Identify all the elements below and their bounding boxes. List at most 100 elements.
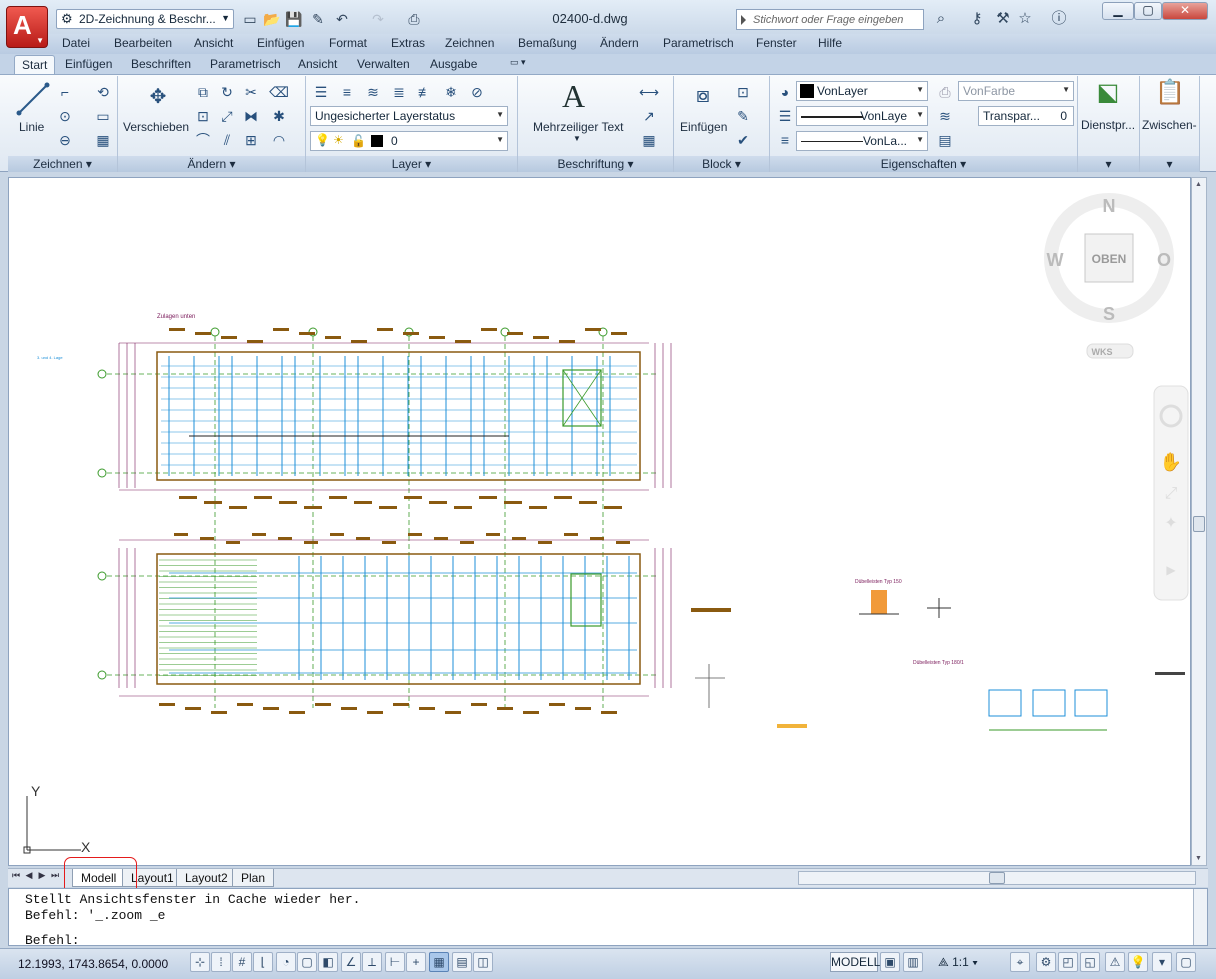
binoculars-icon[interactable]: ⌕ [930,9,952,29]
menu-ansicht[interactable]: Ansicht [194,36,233,50]
help-search-input[interactable]: Stichwort oder Frage eingeben [736,9,924,30]
einfuegen-label[interactable]: Einfügen [680,120,727,134]
coordinate-readout[interactable]: 12.1993, 1743.8654, 0.0000 [18,957,168,971]
ribbon-minimize-toggle-icon[interactable]: ▭ ▾ [503,55,533,74]
horizontal-scrollbar[interactable] [798,871,1196,885]
quick-properties-icon[interactable]: ▤ [452,952,472,972]
menu-parametrisch[interactable]: Parametrisch [663,36,734,50]
trim-icon[interactable]: ✂ [240,81,262,103]
menu-datei[interactable]: Datei [62,36,90,50]
hardware-acceleration-icon[interactable]: ◱ [1080,952,1100,972]
lock-ui-icon[interactable]: ◰ [1058,952,1078,972]
prev-tab-icon[interactable]: ◀ [23,870,35,881]
circle-icon[interactable]: ⊙ [54,105,76,127]
dimension-icon[interactable]: ⟷ [638,81,660,103]
plotstyle-select[interactable]: VonFarbe ▼ [958,81,1074,101]
viewcube[interactable]: OBEN N S W O WKS [1044,193,1174,359]
undo-icon[interactable]: ↶ [332,10,352,28]
linie-label[interactable]: Linie [19,120,44,134]
rotate-icon[interactable]: ↻ [216,81,238,103]
performance-warning-icon[interactable]: ⚠ [1105,952,1125,972]
maximize-window-button[interactable]: ▢ [1134,2,1162,20]
insert-block-icon[interactable]: ⧇ [688,84,718,114]
layout-tab-modell[interactable]: Modell [72,869,126,887]
layout-tab-layout2[interactable]: Layout2 [176,869,237,887]
dyn-input-icon[interactable]: ⊢ [385,952,405,972]
menu-fenster[interactable]: Fenster [756,36,797,50]
plotstyle-icon[interactable]: ⎙ [934,81,956,103]
horizontal-scroll-thumb[interactable] [989,872,1005,884]
fillet-icon[interactable]: ⌒ [192,129,214,151]
rectangle-icon[interactable]: ▭ [92,105,114,127]
menu-hilfe[interactable]: Hilfe [818,36,842,50]
drawing-canvas[interactable]: OBEN N S W O WKS ✋ ⤢ ✦ ▶ Zulagen unten 3… [8,177,1191,866]
measure-tool-icon[interactable]: ⬕ [1092,81,1124,114]
line-tool-icon[interactable] [16,82,50,116]
3d-osnap-icon[interactable]: ◧ [318,952,338,972]
color-select[interactable]: VonLayer ▼ [796,81,928,101]
polar-icon[interactable]: ◔ [276,952,296,972]
vertical-scroll-thumb[interactable] [1193,516,1205,532]
lineweight-toggle-icon[interactable]: + [406,952,426,972]
panel-title-layer[interactable]: Layer ▾ [306,156,517,172]
layer-properties-icon[interactable]: ☰ [310,81,332,103]
save-icon[interactable]: 💾 [284,10,304,28]
command-input[interactable] [87,933,1087,947]
status-menu-icon[interactable]: ▾ [1152,952,1172,972]
menu-extras[interactable]: Extras [391,36,425,50]
workspace-switching-icon[interactable]: ⚙ [1036,952,1056,972]
print-icon[interactable]: ⎙ [404,10,424,28]
tab-start[interactable]: Start [14,55,56,74]
otrack-icon[interactable]: ∠ [341,952,361,972]
next-tab-icon[interactable]: ▶ [36,870,48,881]
menu-einfuegen[interactable]: Einfügen [257,36,304,50]
table-icon[interactable]: ▦ [638,129,660,151]
erase-icon[interactable]: ⌫ [268,81,290,103]
layer-lock-icon[interactable]: ⊘ [466,81,488,103]
edit-block-icon[interactable]: ✎ [732,105,754,127]
transparency-value[interactable]: 0 [1060,109,1067,123]
curve-icon[interactable]: ⟲ [92,81,114,103]
tab-einfuegen[interactable]: Einfügen [58,55,119,74]
tab-verwalten[interactable]: Verwalten [350,55,417,74]
help-icon[interactable]: ⓘ [1048,9,1070,29]
move-icon[interactable]: ✥ [144,86,172,114]
layers-stack-icon[interactable]: ≋ [934,105,956,127]
explode-icon[interactable]: ✱ [268,105,290,127]
layer-state-select[interactable]: Ungesicherter Layerstatus ▼ [310,106,508,126]
menu-bemassung[interactable]: Bemaßung [518,36,577,50]
layer-state-icon[interactable]: ≡ [336,81,358,103]
dienstprogramme-label[interactable]: Dienstpr... [1081,118,1135,132]
annotation-visibility-icon[interactable]: ⌖ [1010,952,1030,972]
transparency-select[interactable]: Transpar... 0 [978,106,1074,126]
vertical-scrollbar[interactable]: ▲ ▼ [1191,177,1207,866]
panel-title-zwischenablage[interactable]: ▾ [1140,156,1199,172]
new-file-icon[interactable]: ▭ [240,10,260,28]
application-menu-button[interactable]: A ▼ [6,6,48,48]
quick-view-drawings-icon[interactable]: ▥ [903,952,923,972]
isolate-objects-icon[interactable]: 💡 [1128,952,1148,972]
layer-select[interactable]: 💡 ☀ 🔓 0 ▼ [310,131,508,151]
open-folder-icon[interactable]: 📂 [262,10,282,28]
tab-parametrisch[interactable]: Parametrisch [203,55,288,74]
tab-beschriften[interactable]: Beschriften [124,55,198,74]
color-wheel-icon[interactable]: ◕ [774,81,796,103]
chevron-down-icon[interactable]: ▼ [573,134,581,143]
last-tab-icon[interactable]: ⏭ [49,870,61,881]
create-block-icon[interactable]: ⊡ [732,81,754,103]
lineweight-icon[interactable]: ☰ [774,105,796,127]
join-icon[interactable]: ◠ [268,129,290,151]
layout-tab-plan[interactable]: Plan [232,869,275,887]
panel-title-zeichnen[interactable]: Zeichnen ▾ [8,156,117,172]
lineweight-select[interactable]: VonLaye ▼ [796,106,928,126]
key-icon[interactable]: ⚷ [966,9,988,29]
selection-cycling-icon[interactable]: ◫ [473,952,493,972]
panel-title-eigenschaften[interactable]: Eigenschaften ▾ [770,156,1077,172]
mtext-label[interactable]: Mehrzeiliger Text [533,120,623,134]
menu-aendern[interactable]: Ändern [600,36,639,50]
first-tab-icon[interactable]: ⏮ [10,870,22,881]
redo-icon[interactable]: ↷ [368,10,388,28]
exchange-icon[interactable]: ⚒ [992,9,1014,29]
ellipse-icon[interactable]: ⊖ [54,129,76,151]
hatch-icon[interactable]: ▦ [92,129,114,151]
